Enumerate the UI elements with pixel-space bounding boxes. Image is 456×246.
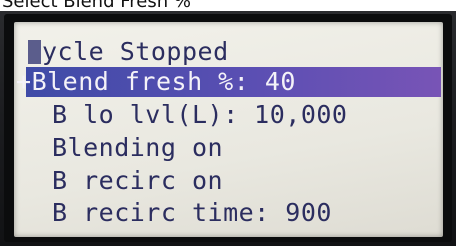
lcd-screen: ycle Stopped +Blend fresh %: 40 B lo lvl… [14, 22, 443, 237]
menu-item-label: Blend fresh %: 40 [31, 67, 296, 96]
menu-item-b-lo-lvl[interactable]: B lo lvl(L): 10,000 [52, 101, 347, 129]
status-line: ycle Stopped [28, 38, 229, 66]
menu-item-label: Blending on [52, 133, 224, 162]
menu-item-label: B recirc time: 900 [52, 198, 332, 227]
menu-item-blending[interactable]: Blending on [52, 134, 223, 162]
menu-item-label: B lo lvl(L): 10,000 [52, 100, 348, 129]
selection-marker: + [16, 67, 32, 96]
menu-item-blend-fresh[interactable]: +Blend fresh %: 40 [16, 68, 296, 96]
menu-item-b-recirc-time[interactable]: B recirc time: 900 [52, 199, 332, 227]
menu-item-label: B recirc on [52, 166, 224, 195]
menu-item-b-recirc[interactable]: B recirc on [52, 167, 223, 195]
status-text: ycle Stopped [42, 37, 229, 66]
text-cursor-block [28, 40, 41, 64]
